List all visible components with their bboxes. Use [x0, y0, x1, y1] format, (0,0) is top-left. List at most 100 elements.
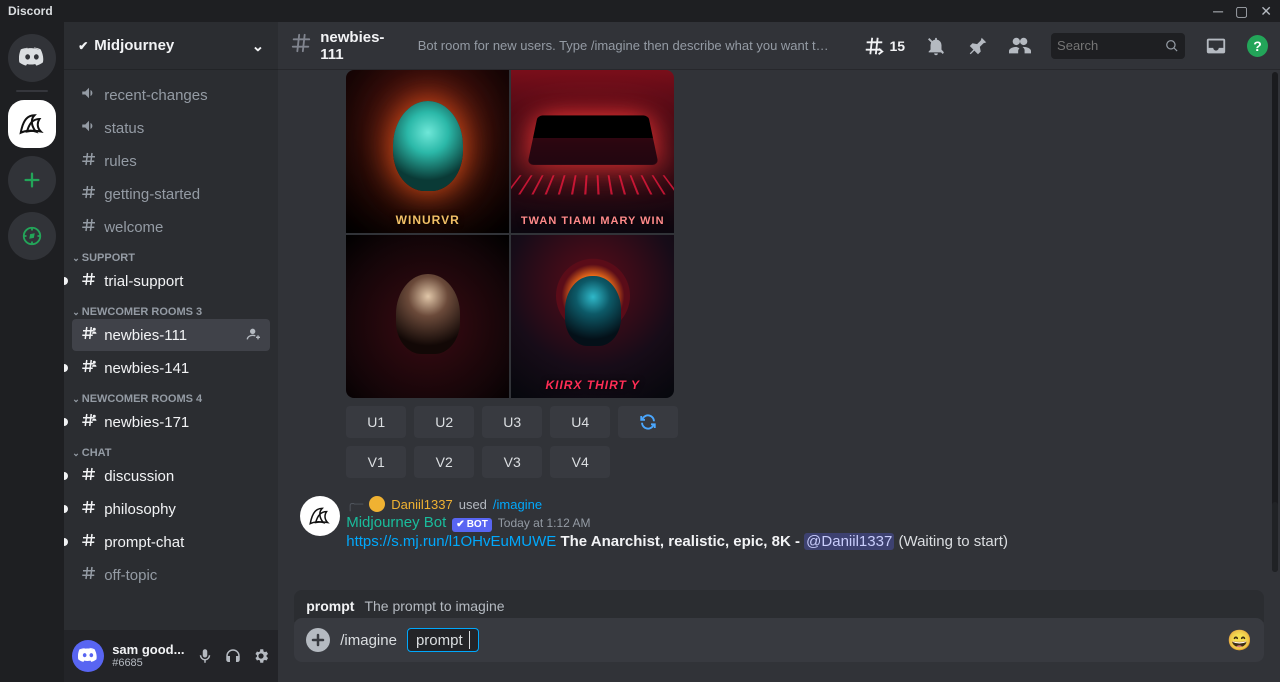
settings-icon[interactable]	[252, 647, 270, 665]
reply-context[interactable]: ╭─ Daniil1337 used /imagine	[346, 496, 1264, 512]
scrollbar[interactable]	[1272, 72, 1278, 572]
mention[interactable]: @Daniil1337	[804, 533, 894, 550]
channel-label: newbies-171	[104, 414, 189, 431]
chevron-down-icon: ⌄	[252, 37, 265, 55]
channel-newbies-141[interactable]: newbies-141	[72, 352, 270, 384]
speaker-icon	[80, 84, 98, 106]
u4-button[interactable]: U4	[550, 406, 610, 438]
hash-icon	[80, 183, 98, 205]
mic-icon[interactable]	[196, 647, 214, 665]
server-header[interactable]: ✔ Midjourney ⌄	[64, 22, 278, 70]
reply-avatar	[369, 496, 385, 512]
v1-button[interactable]: V1	[346, 446, 406, 478]
reply-command: /imagine	[493, 497, 542, 512]
channel-sidebar: ✔ Midjourney ⌄ recent-changes status rules g…	[64, 22, 278, 682]
speaker-icon	[80, 117, 98, 139]
verified-icon: ✔	[78, 39, 88, 53]
channel-newbies-171[interactable]: newbies-171	[72, 406, 270, 438]
explore-button[interactable]	[8, 212, 56, 260]
message-composer[interactable]: /imagine prompt 😄	[294, 618, 1264, 662]
server-name: Midjourney	[94, 37, 174, 54]
channel-label: newbies-141	[104, 360, 189, 377]
headphones-icon[interactable]	[224, 647, 242, 665]
hash-icon	[80, 465, 98, 487]
composer-input[interactable]	[489, 618, 1217, 662]
category-header[interactable]: ⌄ SUPPORT	[64, 244, 278, 264]
category-header[interactable]: ⌄ NEWCOMER ROOMS 3	[64, 298, 278, 318]
channel-welcome[interactable]: welcome	[72, 211, 270, 243]
channel-status[interactable]: status	[72, 112, 270, 144]
server-midjourney[interactable]	[8, 100, 56, 148]
message: ╭─ Daniil1337 used /imagine Midjourney B…	[294, 496, 1264, 552]
window-close[interactable]: ✕	[1260, 3, 1272, 20]
u2-button[interactable]: U2	[414, 406, 474, 438]
channel-discussion[interactable]: discussion	[72, 460, 270, 492]
channel-prompt-chat[interactable]: prompt-chat	[72, 526, 270, 558]
channel-getting-started[interactable]: getting-started	[72, 178, 270, 210]
image-tile-3	[346, 235, 509, 398]
reroll-button[interactable]	[618, 406, 678, 438]
channel-off-topic[interactable]: off-topic	[72, 559, 270, 591]
param-chip[interactable]: prompt	[407, 628, 479, 652]
author-name[interactable]: Midjourney Bot	[346, 514, 446, 531]
hash-icon	[80, 531, 98, 553]
search-icon	[1165, 38, 1179, 54]
app-title: Discord	[8, 4, 53, 18]
channel-label: prompt-chat	[104, 534, 184, 551]
members-button[interactable]	[1009, 35, 1031, 57]
pinned-button[interactable]	[967, 35, 989, 57]
avatar[interactable]	[72, 640, 104, 672]
user-panel: sam good... #6685	[64, 630, 278, 682]
v2-button[interactable]: V2	[414, 446, 474, 478]
notifications-button[interactable]	[925, 35, 947, 57]
v4-button[interactable]: V4	[550, 446, 610, 478]
u1-button[interactable]: U1	[346, 406, 406, 438]
channel-label: rules	[104, 153, 137, 170]
channel-label: off-topic	[104, 567, 157, 584]
window-minimize[interactable]: ─	[1213, 3, 1223, 20]
channel-label: getting-started	[104, 186, 200, 203]
generated-image-grid[interactable]: WINURVR TWAN TIAMI MARY WIN KIIRX THIRT …	[346, 70, 674, 398]
hash-people-icon	[80, 411, 98, 433]
image-tile-4: KIIRX THIRT Y	[511, 235, 674, 398]
window-maximize[interactable]: ▢	[1235, 3, 1248, 20]
bot-badge: ✔ BOT	[452, 518, 492, 532]
search-box[interactable]	[1051, 33, 1185, 59]
message-content: https://s.mj.run/l1OHvEuMUWE The Anarchi…	[346, 532, 1264, 552]
channel-label: welcome	[104, 219, 163, 236]
channel-newbies-111[interactable]: newbies-111	[72, 319, 270, 351]
hash-icon	[80, 150, 98, 172]
thread-count: 15	[889, 38, 905, 54]
hint-key: prompt	[306, 598, 354, 614]
create-invite-icon[interactable]	[246, 326, 262, 345]
channel-label: newbies-111	[104, 327, 187, 344]
bot-avatar[interactable]	[300, 496, 340, 536]
hint-desc: The prompt to imagine	[364, 598, 504, 614]
scrollbar-thumb[interactable]	[1272, 502, 1278, 572]
u3-button[interactable]: U3	[482, 406, 542, 438]
channel-topic[interactable]: Bot room for new users. Type /imagine th…	[418, 38, 836, 53]
emoji-picker-button[interactable]: 😄	[1227, 628, 1252, 653]
threads-button[interactable]: 15	[863, 35, 905, 57]
channel-header: newbies-111 Bot room for new users. Type…	[278, 22, 1280, 70]
channel-recent-changes[interactable]: recent-changes	[72, 79, 270, 111]
category-header[interactable]: ⌄ NEWCOMER ROOMS 4	[64, 385, 278, 405]
category-header[interactable]: ⌄ CHAT	[64, 439, 278, 459]
hash-people-icon	[80, 324, 98, 346]
v3-button[interactable]: V3	[482, 446, 542, 478]
server-rail	[0, 22, 64, 682]
home-button[interactable]	[8, 34, 56, 82]
inbox-button[interactable]	[1205, 35, 1227, 57]
hash-icon	[80, 498, 98, 520]
channel-label: status	[104, 120, 144, 137]
message-link[interactable]: https://s.mj.run/l1OHvEuMUWE	[346, 533, 556, 550]
search-input[interactable]	[1057, 38, 1165, 53]
add-server-button[interactable]	[8, 156, 56, 204]
attach-button[interactable]	[306, 628, 330, 652]
channel-philosophy[interactable]: philosophy	[72, 493, 270, 525]
chat-scroll[interactable]: WINURVR TWAN TIAMI MARY WIN KIIRX THIRT …	[278, 70, 1280, 590]
help-button[interactable]: ?	[1247, 35, 1268, 57]
channel-rules[interactable]: rules	[72, 145, 270, 177]
channel-trial-support[interactable]: trial-support	[72, 265, 270, 297]
reply-username: Daniil1337	[391, 497, 452, 512]
